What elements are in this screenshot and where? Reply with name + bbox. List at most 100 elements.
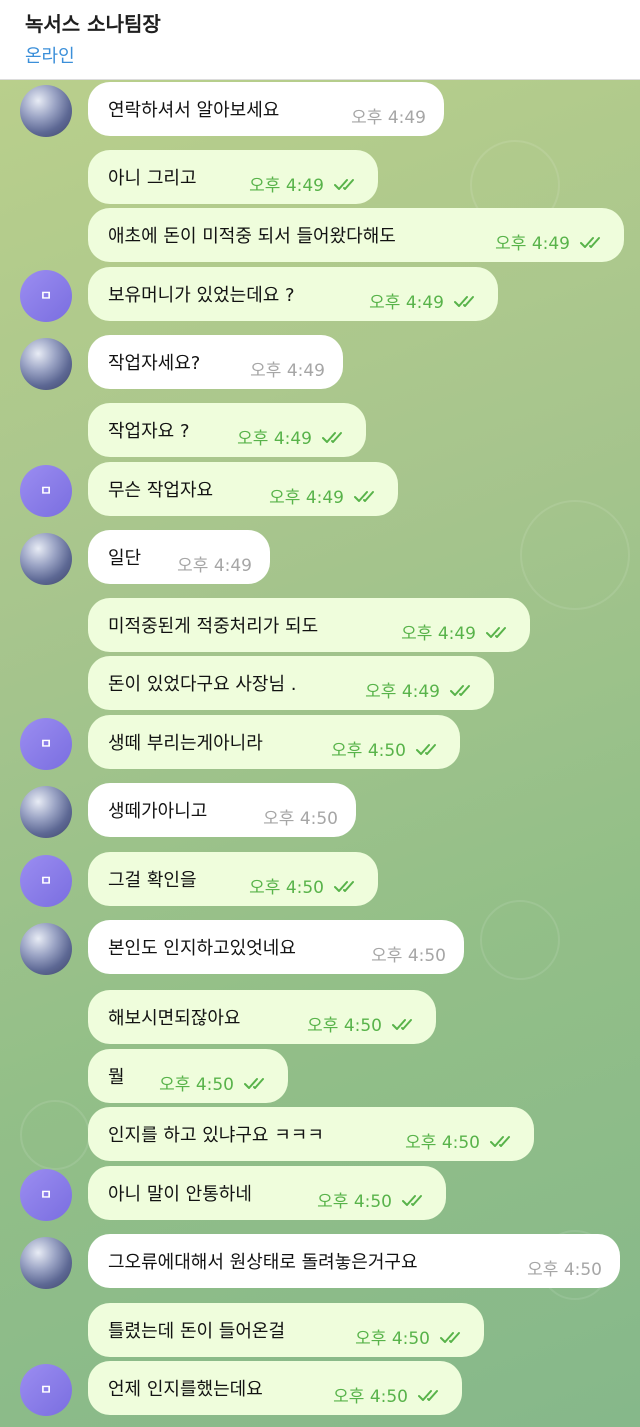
read-checkmarks-icon xyxy=(440,1331,460,1343)
message-text: 작업자요 ? xyxy=(108,421,190,442)
incoming-message-bubble[interactable]: 일단 오후 4:49 xyxy=(88,530,270,584)
chat-header: 녹서스 소나팀장 온라인 xyxy=(0,0,640,80)
incoming-message-bubble[interactable]: 작업자세요? 오후 4:49 xyxy=(88,335,343,389)
contact-avatar[interactable] xyxy=(20,923,72,975)
outgoing-message-bubble[interactable]: 애초에 돈이 미적중 되서 들어왔다해도 오후 4:49 xyxy=(88,208,624,262)
own-avatar[interactable]: ㅁ xyxy=(20,465,72,517)
message-time: 오후 4:50 xyxy=(307,1016,382,1036)
incoming-message-bubble[interactable]: 연락하셔서 알아보세요 오후 4:49 xyxy=(88,82,444,136)
message-text: 틀렸는데 돈이 들어온걸 xyxy=(108,1321,286,1342)
message-row: 본인도 인지하고있엇네요 오후 4:50 xyxy=(0,920,640,978)
message-time: 오후 4:49 xyxy=(365,682,440,702)
read-checkmarks-icon xyxy=(334,880,354,892)
message-row: ㅁ 무슨 작업자요 오후 4:49 xyxy=(0,462,640,520)
message-meta: 오후 4:50 xyxy=(405,1128,516,1153)
outgoing-message-bubble[interactable]: 생떼 부리는게아니라 오후 4:50 xyxy=(88,715,460,769)
outgoing-message-bubble[interactable]: 아니 그리고 오후 4:49 xyxy=(88,150,378,204)
outgoing-message-bubble[interactable]: 해보시면되잖아요 오후 4:50 xyxy=(88,990,436,1044)
read-checkmarks-icon xyxy=(334,178,354,190)
message-meta: 오후 4:50 xyxy=(263,804,338,829)
incoming-message-bubble[interactable]: 본인도 인지하고있엇네요 오후 4:50 xyxy=(88,920,464,974)
own-avatar[interactable]: ㅁ xyxy=(20,1169,72,1221)
message-text: 그걸 확인을 xyxy=(108,870,197,891)
message-row: 애초에 돈이 미적중 되서 들어왔다해도 오후 4:49 xyxy=(0,208,640,266)
message-time: 오후 4:50 xyxy=(371,946,446,966)
message-row: ㅁ 그걸 확인을 오후 4:50 xyxy=(0,852,640,910)
message-row: 일단 오후 4:49 xyxy=(0,530,640,588)
contact-avatar[interactable] xyxy=(20,533,72,585)
incoming-message-bubble[interactable]: 그오류에대해서 원상태로 돌려놓은거구요 오후 4:50 xyxy=(88,1234,620,1288)
message-text: 무슨 작업자요 xyxy=(108,480,214,501)
message-text: 미적중된게 적중처리가 되도 xyxy=(108,616,319,637)
message-meta: 오후 4:50 xyxy=(159,1070,270,1095)
chat-title[interactable]: 녹서스 소나팀장 xyxy=(25,8,161,37)
contact-avatar[interactable] xyxy=(20,1237,72,1289)
message-meta: 오후 4:50 xyxy=(355,1324,466,1349)
outgoing-message-bubble[interactable]: 돈이 있었다구요 사장님 . 오후 4:49 xyxy=(88,656,494,710)
message-meta: 오후 4:49 xyxy=(495,229,606,254)
outgoing-message-bubble[interactable]: 무슨 작업자요 오후 4:49 xyxy=(88,462,398,516)
own-avatar[interactable]: ㅁ xyxy=(20,1364,72,1416)
avatar-initial: ㅁ xyxy=(40,288,52,304)
own-avatar[interactable]: ㅁ xyxy=(20,270,72,322)
message-time: 오후 4:49 xyxy=(250,361,325,381)
message-time: 오후 4:50 xyxy=(527,1260,602,1280)
message-meta: 오후 4:49 xyxy=(237,424,348,449)
avatar-initial: ㅁ xyxy=(40,736,52,752)
message-row: ㅁ 아니 말이 안통하네 오후 4:50 xyxy=(0,1166,640,1224)
read-checkmarks-icon xyxy=(418,1389,438,1401)
outgoing-message-bubble[interactable]: 미적중된게 적중처리가 되도 오후 4:49 xyxy=(88,598,530,652)
read-checkmarks-icon xyxy=(322,431,342,443)
read-checkmarks-icon xyxy=(354,490,374,502)
online-status: 온라인 xyxy=(25,46,75,67)
message-time: 오후 4:49 xyxy=(401,624,476,644)
message-meta: 오후 4:50 xyxy=(333,1382,444,1407)
read-checkmarks-icon xyxy=(486,626,506,638)
message-row: ㅁ 생떼 부리는게아니라 오후 4:50 xyxy=(0,715,640,773)
message-row: 미적중된게 적중처리가 되도 오후 4:49 xyxy=(0,598,640,656)
message-meta: 오후 4:50 xyxy=(527,1255,602,1280)
avatar-initial: ㅁ xyxy=(40,1187,52,1203)
contact-avatar[interactable] xyxy=(20,786,72,838)
read-checkmarks-icon xyxy=(454,295,474,307)
outgoing-message-bubble[interactable]: 뭘 오후 4:50 xyxy=(88,1049,288,1103)
message-meta: 오후 4:49 xyxy=(401,619,512,644)
outgoing-message-bubble[interactable]: 언제 인지를했는데요 오후 4:50 xyxy=(88,1361,462,1415)
message-time: 오후 4:49 xyxy=(177,556,252,576)
message-meta: 오후 4:49 xyxy=(269,483,380,508)
read-checkmarks-icon xyxy=(580,236,600,248)
message-time: 오후 4:50 xyxy=(405,1133,480,1153)
message-row: 해보시면되잖아요 오후 4:50 xyxy=(0,990,640,1048)
message-text: 생떼 부리는게아니라 xyxy=(108,733,263,754)
message-row: 생떼가아니고 오후 4:50 xyxy=(0,783,640,841)
message-text: 일단 xyxy=(108,548,142,569)
outgoing-message-bubble[interactable]: 그걸 확인을 오후 4:50 xyxy=(88,852,378,906)
read-checkmarks-icon xyxy=(402,1194,422,1206)
message-meta: 오후 4:50 xyxy=(249,873,360,898)
message-time: 오후 4:50 xyxy=(355,1329,430,1349)
own-avatar[interactable]: ㅁ xyxy=(20,718,72,770)
message-time: 오후 4:49 xyxy=(237,429,312,449)
outgoing-message-bubble[interactable]: 보유머니가 있었는데요 ? 오후 4:49 xyxy=(88,267,498,321)
read-checkmarks-icon xyxy=(450,684,470,696)
message-text: 그오류에대해서 원상태로 돌려놓은거구요 xyxy=(108,1252,418,1273)
outgoing-message-bubble[interactable]: 인지를 하고 있냐구요 ㅋㅋㅋ 오후 4:50 xyxy=(88,1107,534,1161)
message-row: 인지를 하고 있냐구요 ㅋㅋㅋ 오후 4:50 xyxy=(0,1107,640,1165)
message-row: 아니 그리고 오후 4:49 xyxy=(0,150,640,208)
message-text: 아니 그리고 xyxy=(108,168,197,189)
message-row: 연락하셔서 알아보세요 오후 4:49 xyxy=(0,82,640,140)
message-text: 연락하셔서 알아보세요 xyxy=(108,100,280,121)
contact-avatar[interactable] xyxy=(20,85,72,137)
incoming-message-bubble[interactable]: 생떼가아니고 오후 4:50 xyxy=(88,783,356,837)
own-avatar[interactable]: ㅁ xyxy=(20,855,72,907)
outgoing-message-bubble[interactable]: 작업자요 ? 오후 4:49 xyxy=(88,403,366,457)
message-meta: 오후 4:49 xyxy=(365,677,476,702)
outgoing-message-bubble[interactable]: 틀렸는데 돈이 들어온걸 오후 4:50 xyxy=(88,1303,484,1357)
read-checkmarks-icon xyxy=(490,1135,510,1147)
contact-avatar[interactable] xyxy=(20,338,72,390)
message-meta: 오후 4:49 xyxy=(177,551,252,576)
outgoing-message-bubble[interactable]: 아니 말이 안통하네 오후 4:50 xyxy=(88,1166,446,1220)
message-row: 틀렸는데 돈이 들어온걸 오후 4:50 xyxy=(0,1303,640,1361)
message-time: 오후 4:49 xyxy=(351,108,426,128)
message-time: 오후 4:50 xyxy=(317,1192,392,1212)
